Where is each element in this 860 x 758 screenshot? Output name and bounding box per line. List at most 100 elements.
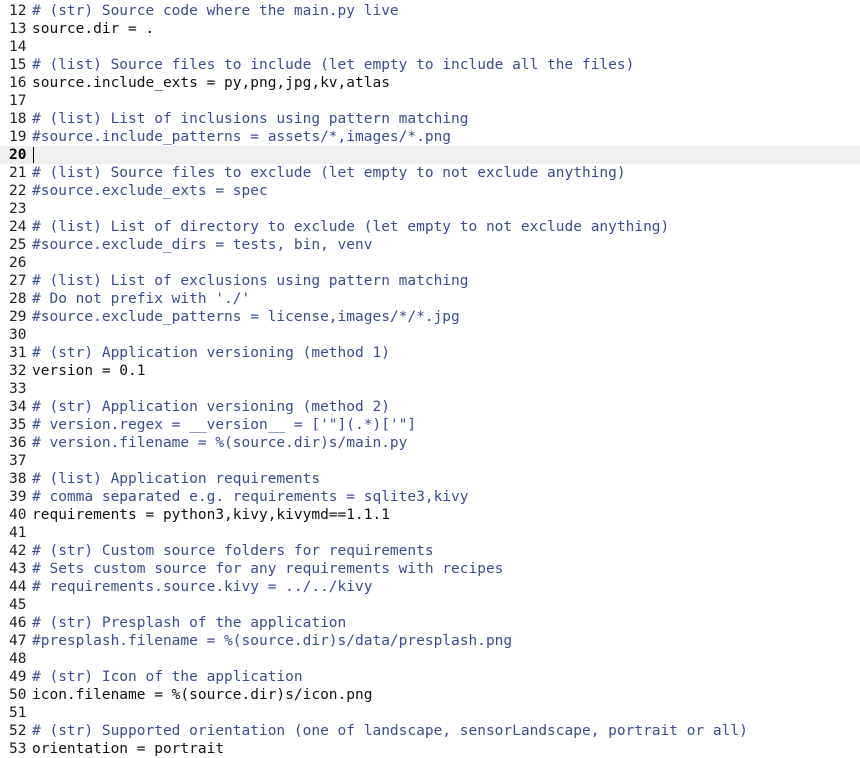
- code-line[interactable]: 38 # (list) Application requirements: [0, 470, 860, 488]
- comment-text[interactable]: #presplash.filename = %(source.dir)s/dat…: [30, 632, 512, 650]
- code-line[interactable]: 43 # Sets custom source for any requireme…: [0, 560, 860, 578]
- code-text[interactable]: source.dir = .: [30, 20, 154, 38]
- line-number: 47: [9, 633, 27, 649]
- code-line[interactable]: 23: [0, 200, 860, 218]
- line-number: 50: [9, 687, 27, 703]
- code-line[interactable]: 24 # (list) List of directory to exclude …: [0, 218, 860, 236]
- comment-text[interactable]: # Do not prefix with './': [30, 290, 250, 308]
- comment-text[interactable]: # (str) Supported orientation (one of la…: [30, 722, 748, 740]
- code-line[interactable]: 13 source.dir = .: [0, 20, 860, 38]
- comment-text[interactable]: #source.include_patterns = assets/*,imag…: [30, 128, 451, 146]
- code-line[interactable]: 47 #presplash.filename = %(source.dir)s/d…: [0, 632, 860, 650]
- code-line[interactable]: 35 # version.regex = __version__ = ['"](.…: [0, 416, 860, 434]
- code-line[interactable]: 29 #source.exclude_patterns = license,ima…: [0, 308, 860, 326]
- line-number: 21: [9, 165, 27, 181]
- comment-text[interactable]: # (list) List of inclusions using patter…: [30, 110, 469, 128]
- comment-text[interactable]: # version.regex = __version__ = ['"](.*)…: [30, 416, 416, 434]
- code-line[interactable]: 52 # (str) Supported orientation (one of …: [0, 722, 860, 740]
- line-number: 30: [9, 327, 27, 343]
- code-line[interactable]: 16 source.include_exts = py,png,jpg,kv,at…: [0, 74, 860, 92]
- code-line[interactable]: 33: [0, 380, 860, 398]
- line-number: 52: [9, 723, 27, 739]
- code-line[interactable]: 50 icon.filename = %(source.dir)s/icon.pn…: [0, 686, 860, 704]
- code-lines[interactable]: 12 # (str) Source code where the main.py …: [0, 2, 860, 758]
- code-line[interactable]: 12 # (str) Source code where the main.py …: [0, 2, 860, 20]
- line-number: 35: [9, 417, 27, 433]
- line-number: 42: [9, 543, 27, 559]
- line-number: 17: [9, 93, 27, 109]
- comment-text[interactable]: # (list) List of directory to exclude (l…: [30, 218, 669, 236]
- line-number: 53: [9, 741, 27, 757]
- line-number: 33: [9, 381, 27, 397]
- line-number: 12: [9, 3, 27, 19]
- line-number: 49: [9, 669, 27, 685]
- code-line[interactable]: 41: [0, 524, 860, 542]
- code-line[interactable]: 34 # (str) Application versioning (method…: [0, 398, 860, 416]
- comment-text[interactable]: # (list) List of exclusions using patter…: [30, 272, 469, 290]
- current-code-line[interactable]: 20: [0, 146, 860, 164]
- code-line[interactable]: 31 # (str) Application versioning (method…: [0, 344, 860, 362]
- comment-text[interactable]: # (str) Icon of the application: [30, 668, 303, 686]
- comment-text[interactable]: # Sets custom source for any requirement…: [30, 560, 503, 578]
- line-number: 44: [9, 579, 27, 595]
- code-line[interactable]: 44 # requirements.source.kivy = ../../kiv…: [0, 578, 860, 596]
- code-line[interactable]: 17: [0, 92, 860, 110]
- code-line[interactable]: 40 requirements = python3,kivy,kivymd==1.…: [0, 506, 860, 524]
- code-text[interactable]: icon.filename = %(source.dir)s/icon.png: [30, 686, 372, 704]
- code-line[interactable]: 39 # comma separated e.g. requirements = …: [0, 488, 860, 506]
- line-number: 43: [9, 561, 27, 577]
- comment-text[interactable]: #source.exclude_dirs = tests, bin, venv: [30, 236, 372, 254]
- code-line[interactable]: 18 # (list) List of inclusions using patt…: [0, 110, 860, 128]
- comment-text[interactable]: # (str) Custom source folders for requir…: [30, 542, 434, 560]
- comment-text[interactable]: # (list) Application requirements: [30, 470, 320, 488]
- comment-text[interactable]: # (str) Application versioning (method 1…: [30, 344, 390, 362]
- code-line[interactable]: 48: [0, 650, 860, 668]
- code-text[interactable]: orientation = portrait: [30, 740, 224, 758]
- code-text[interactable]: requirements = python3,kivy,kivymd==1.1.…: [30, 506, 390, 524]
- code-line[interactable]: 46 # (str) Presplash of the application: [0, 614, 860, 632]
- code-line[interactable]: 21 # (list) Source files to exclude (let …: [0, 164, 860, 182]
- comment-text[interactable]: # (list) Source files to include (let em…: [30, 56, 634, 74]
- code-line[interactable]: 53 orientation = portrait: [0, 740, 860, 758]
- line-number: 25: [9, 237, 27, 253]
- comment-text[interactable]: # version.filename = %(source.dir)s/main…: [30, 434, 407, 452]
- line-number: 26: [9, 255, 27, 271]
- line-number: 31: [9, 345, 27, 361]
- code-line[interactable]: 42 # (str) Custom source folders for requ…: [0, 542, 860, 560]
- comment-text[interactable]: #source.exclude_exts = spec: [30, 182, 268, 200]
- code-line[interactable]: 25 #source.exclude_dirs = tests, bin, ven…: [0, 236, 860, 254]
- code-line[interactable]: 15 # (list) Source files to include (let …: [0, 56, 860, 74]
- code-line[interactable]: 22 #source.exclude_exts = spec: [0, 182, 860, 200]
- code-line[interactable]: 14: [0, 38, 860, 56]
- line-number: 41: [9, 525, 27, 541]
- code-line[interactable]: 28 # Do not prefix with './': [0, 290, 860, 308]
- line-number: 39: [9, 489, 27, 505]
- code-line[interactable]: 49 # (str) Icon of the application: [0, 668, 860, 686]
- line-number: 45: [9, 597, 27, 613]
- code-line[interactable]: 32 version = 0.1: [0, 362, 860, 380]
- line-number: 18: [9, 111, 27, 127]
- comment-text[interactable]: # comma separated e.g. requirements = sq…: [30, 488, 469, 506]
- code-line[interactable]: 30: [0, 326, 860, 344]
- code-line[interactable]: 37: [0, 452, 860, 470]
- comment-text[interactable]: #source.exclude_patterns = license,image…: [30, 308, 460, 326]
- line-number: 34: [9, 399, 27, 415]
- code-line[interactable]: 45: [0, 596, 860, 614]
- code-editor[interactable]: 12 # (str) Source code where the main.py …: [0, 0, 860, 758]
- code-line[interactable]: 36 # version.filename = %(source.dir)s/ma…: [0, 434, 860, 452]
- line-number: 46: [9, 615, 27, 631]
- comment-text[interactable]: # (str) Application versioning (method 2…: [30, 398, 390, 416]
- code-line[interactable]: 27 # (list) List of exclusions using patt…: [0, 272, 860, 290]
- code-line[interactable]: 19 #source.include_patterns = assets/*,im…: [0, 128, 860, 146]
- code-text[interactable]: source.include_exts = py,png,jpg,kv,atla…: [30, 74, 390, 92]
- comment-text[interactable]: # requirements.source.kivy = ../../kivy: [30, 578, 372, 596]
- comment-text[interactable]: # (str) Source code where the main.py li…: [30, 2, 399, 20]
- line-number: 48: [9, 651, 27, 667]
- code-line[interactable]: 51: [0, 704, 860, 722]
- comment-text[interactable]: # (str) Presplash of the application: [30, 614, 346, 632]
- line-number: 16: [9, 75, 27, 91]
- code-text[interactable]: version = 0.1: [30, 362, 146, 380]
- comment-text[interactable]: # (list) Source files to exclude (let em…: [30, 164, 626, 182]
- code-line[interactable]: 26: [0, 254, 860, 272]
- text-cursor: [33, 147, 34, 163]
